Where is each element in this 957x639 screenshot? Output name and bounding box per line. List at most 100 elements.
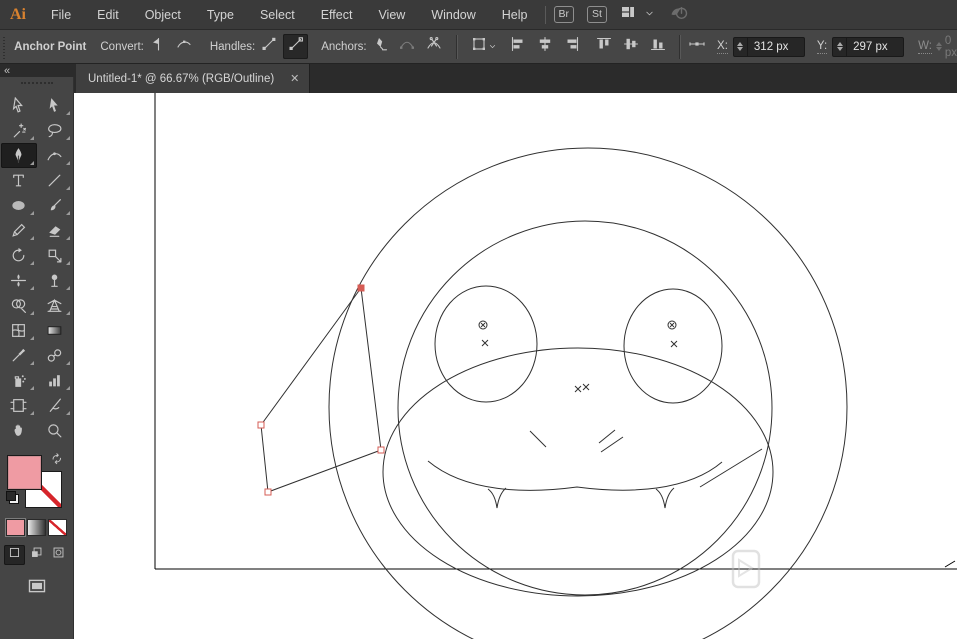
align-horizontal-right-button[interactable] (560, 34, 585, 59)
y-label: Y: (816, 39, 828, 54)
crest-polygon[interactable] (260, 286, 382, 493)
tool-width[interactable] (1, 268, 37, 293)
tool-mesh[interactable] (1, 318, 37, 343)
eye-center-target (667, 320, 677, 330)
tool-rotate[interactable] (1, 243, 37, 268)
workspace-switcher-icon[interactable] (620, 4, 636, 25)
flyout-indicator (65, 361, 70, 365)
align-vertical-center-button[interactable] (618, 34, 643, 59)
menu-file[interactable]: File (38, 0, 84, 29)
fill-swatch[interactable] (6, 455, 42, 490)
cut-path-button[interactable] (422, 34, 447, 59)
tool-artboard[interactable] (1, 393, 37, 418)
align-vertical-bottom-button[interactable] (645, 34, 670, 59)
toolbar-panel (0, 77, 74, 639)
tool-pencil[interactable] (1, 218, 37, 243)
x-stepper[interactable] (734, 37, 748, 56)
tool-pen[interactable] (0, 143, 37, 168)
menu-help[interactable]: Help (489, 0, 541, 29)
tool-puppet-warp[interactable] (37, 268, 73, 293)
menu-effect[interactable]: Effect (308, 0, 366, 29)
tool-zoom[interactable] (37, 418, 73, 443)
align-vertical-top-button[interactable] (591, 34, 616, 59)
anchor-point[interactable] (257, 421, 265, 429)
menu-edit[interactable]: Edit (84, 0, 132, 29)
color-button[interactable] (5, 518, 26, 537)
flyout-indicator (65, 386, 70, 390)
tool-scale[interactable] (37, 243, 73, 268)
head-circle[interactable] (328, 147, 848, 639)
tool-type[interactable] (1, 168, 37, 193)
right-nostril-1[interactable] (598, 429, 616, 444)
draw-normal-button[interactable] (4, 545, 25, 565)
mouth-top[interactable] (427, 460, 723, 491)
control-bar: Anchor Point Convert: Handles: Anchors: … (0, 30, 957, 64)
menu-select[interactable]: Select (247, 0, 308, 29)
draw-inside-button[interactable] (48, 545, 69, 565)
tool-ellipse[interactable] (1, 193, 37, 218)
stock-button[interactable]: St (587, 6, 607, 23)
canvas[interactable] (74, 93, 957, 639)
toolbar-grip[interactable] (20, 82, 53, 86)
chevron-down-icon[interactable] (644, 6, 655, 24)
left-nostril[interactable] (529, 430, 547, 448)
right-fang[interactable] (655, 487, 675, 509)
menu-type[interactable]: Type (194, 0, 247, 29)
y-field[interactable]: 297 px (832, 36, 905, 57)
anchor-point[interactable] (377, 446, 385, 454)
right-eye[interactable] (623, 288, 723, 404)
flyout-indicator (65, 311, 70, 315)
remove-anchor-button[interactable] (368, 34, 393, 59)
tab-close-icon[interactable]: ✕ (290, 72, 299, 85)
extend-path-button[interactable] (395, 34, 420, 59)
tool-column-graph[interactable] (37, 368, 73, 393)
tool-slice[interactable] (37, 393, 73, 418)
hide-handles-button[interactable] (283, 34, 309, 59)
tool-magic-wand[interactable] (1, 118, 37, 143)
align-horizontal-left-button[interactable] (506, 34, 531, 59)
tool-direct-selection[interactable] (37, 93, 73, 118)
tool-line[interactable] (37, 168, 73, 193)
transform-options-button[interactable] (467, 34, 501, 59)
menu-object[interactable]: Object (132, 0, 194, 29)
gpu-performance-icon[interactable] (669, 2, 689, 27)
anchor-point[interactable] (264, 488, 272, 496)
x-field[interactable]: 312 px (732, 36, 805, 57)
collapse-panel-button[interactable]: « (4, 65, 10, 76)
tool-lasso[interactable] (37, 118, 73, 143)
gradient-button[interactable] (27, 519, 46, 536)
controlbar-grip[interactable] (3, 34, 7, 59)
mouth-corner-line[interactable] (699, 448, 763, 488)
tool-perspective-grid[interactable] (37, 293, 73, 318)
tool-eraser[interactable] (37, 218, 73, 243)
tool-paintbrush[interactable] (37, 193, 73, 218)
draw-behind-button[interactable] (26, 545, 47, 565)
tool-gradient[interactable] (37, 318, 73, 343)
anchor-point-selected[interactable] (357, 284, 365, 292)
tool-shape-builder[interactable] (1, 293, 37, 318)
change-screen-mode-button[interactable] (27, 576, 47, 601)
left-fang[interactable] (487, 487, 507, 509)
show-handles-button[interactable] (256, 34, 281, 59)
align-horizontal-center-button[interactable] (533, 34, 558, 59)
context-title: Anchor Point (14, 40, 87, 53)
bridge-button[interactable]: Br (553, 6, 574, 23)
tool-hand[interactable] (1, 418, 37, 443)
document-tab[interactable]: Untitled-1* @ 66.67% (RGB/Outline) ✕ (76, 64, 311, 93)
convert-to-smooth-button[interactable] (172, 34, 197, 59)
tool-blend[interactable] (37, 343, 73, 368)
none-button[interactable] (48, 519, 67, 536)
tool-symbol-sprayer[interactable] (1, 368, 37, 393)
default-colors-icon[interactable] (5, 491, 19, 504)
menu-view[interactable]: View (365, 0, 418, 29)
face-circle[interactable] (397, 220, 773, 596)
tool-selection[interactable] (1, 93, 37, 118)
tool-curvature[interactable] (37, 143, 73, 168)
y-stepper[interactable] (833, 37, 848, 56)
bill-ellipse[interactable] (382, 347, 774, 597)
tool-eyedropper[interactable] (1, 343, 37, 368)
convert-to-corner-button[interactable] (145, 34, 170, 59)
swap-colors-icon[interactable] (50, 453, 64, 472)
menu-window[interactable]: Window (418, 0, 488, 29)
flyout-indicator (65, 136, 70, 140)
